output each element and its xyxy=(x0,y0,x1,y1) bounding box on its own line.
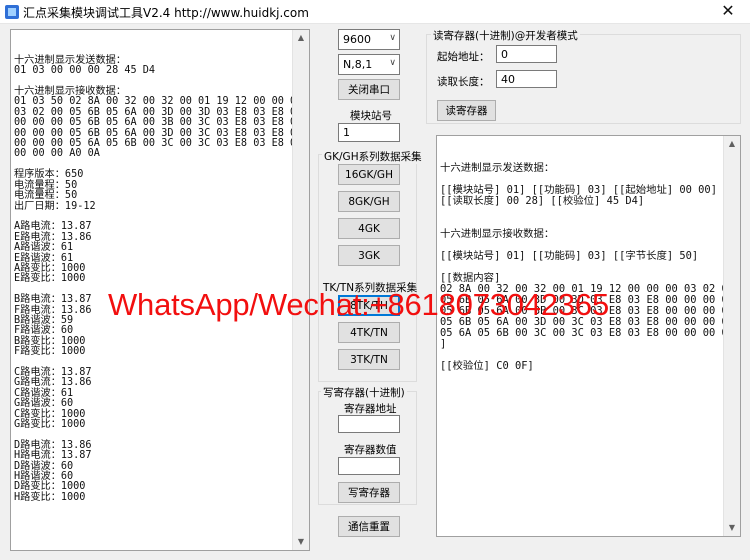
register-address-input[interactable] xyxy=(338,415,400,433)
station-label: 模块站号 xyxy=(350,110,392,122)
gk-tk-groupbox xyxy=(318,154,417,382)
btn-3gk[interactable]: 3GK xyxy=(338,245,400,266)
app-icon xyxy=(5,5,19,19)
parse-log-textarea[interactable]: 十六进制显示发送数据： [[模块站号] 01] [[功能码] 03] [[起始地… xyxy=(436,135,741,537)
start-address-label: 起始地址： xyxy=(437,51,490,63)
btn-3tk-tn[interactable]: 3TK/TN xyxy=(338,349,400,370)
baud-rate-select[interactable]: 9600 ∨ xyxy=(338,29,400,50)
parse-log-scrollbar[interactable]: ▲ ▼ xyxy=(723,136,740,536)
register-value-input[interactable] xyxy=(338,457,400,475)
data-format-select[interactable]: N,8,1 ∨ xyxy=(338,54,400,75)
chevron-down-icon: ∨ xyxy=(389,58,396,68)
scroll-up-arrow-icon[interactable]: ▲ xyxy=(724,136,740,152)
close-port-button[interactable]: 关闭串口 xyxy=(338,79,400,100)
btn-16gk-gh[interactable]: 16GK/GH xyxy=(338,164,400,185)
main-window: 十六进制显示发送数据： 01 03 00 00 00 28 45 D4 十六进制… xyxy=(0,24,750,560)
parse-log-text: 十六进制显示发送数据： [[模块站号] 01] [[功能码] 03] [[起始地… xyxy=(440,162,734,372)
station-input[interactable]: 1 xyxy=(338,123,400,142)
title-bar: 汇点采集模块调试工具V2.4 http://www.huidkj.com ✕ xyxy=(0,0,750,24)
scroll-down-arrow-icon[interactable]: ▼ xyxy=(724,520,740,536)
watermark-text: WhatsApp/Wechat:+8618073042365 xyxy=(108,287,610,322)
reset-comm-button[interactable]: 通信重置 xyxy=(338,516,400,537)
close-button[interactable]: ✕ xyxy=(706,0,750,24)
start-address-input[interactable]: 0 xyxy=(496,45,557,63)
read-register-button[interactable]: 读寄存器 xyxy=(437,100,496,121)
read-length-input[interactable]: 40 xyxy=(496,70,557,88)
write-register-button[interactable]: 写寄存器 xyxy=(338,482,400,503)
register-value-label: 寄存器数值 xyxy=(344,444,397,456)
gk-group-title: GK/GH系列数据采集 xyxy=(322,149,424,164)
scroll-up-arrow-icon[interactable]: ▲ xyxy=(293,30,309,46)
register-address-label: 寄存器地址 xyxy=(344,403,397,415)
btn-4gk[interactable]: 4GK xyxy=(338,218,400,239)
write-group-title: 写寄存器(十进制) xyxy=(321,385,407,400)
receive-log-text: 十六进制显示发送数据： 01 03 00 00 00 28 45 D4 十六进制… xyxy=(14,54,302,503)
read-group-title: 读寄存器(十进制)@开发者模式 xyxy=(431,28,580,43)
window-title: 汇点采集模块调试工具V2.4 http://www.huidkj.com xyxy=(23,6,309,20)
read-length-label: 读取长度： xyxy=(437,76,490,88)
scroll-down-arrow-icon[interactable]: ▼ xyxy=(293,534,309,550)
chevron-down-icon: ∨ xyxy=(389,33,396,43)
baud-rate-value: 9600 xyxy=(343,33,371,46)
btn-4tk-tn[interactable]: 4TK/TN xyxy=(338,322,400,343)
data-format-value: N,8,1 xyxy=(343,58,373,71)
btn-8gk-gh[interactable]: 8GK/GH xyxy=(338,191,400,212)
